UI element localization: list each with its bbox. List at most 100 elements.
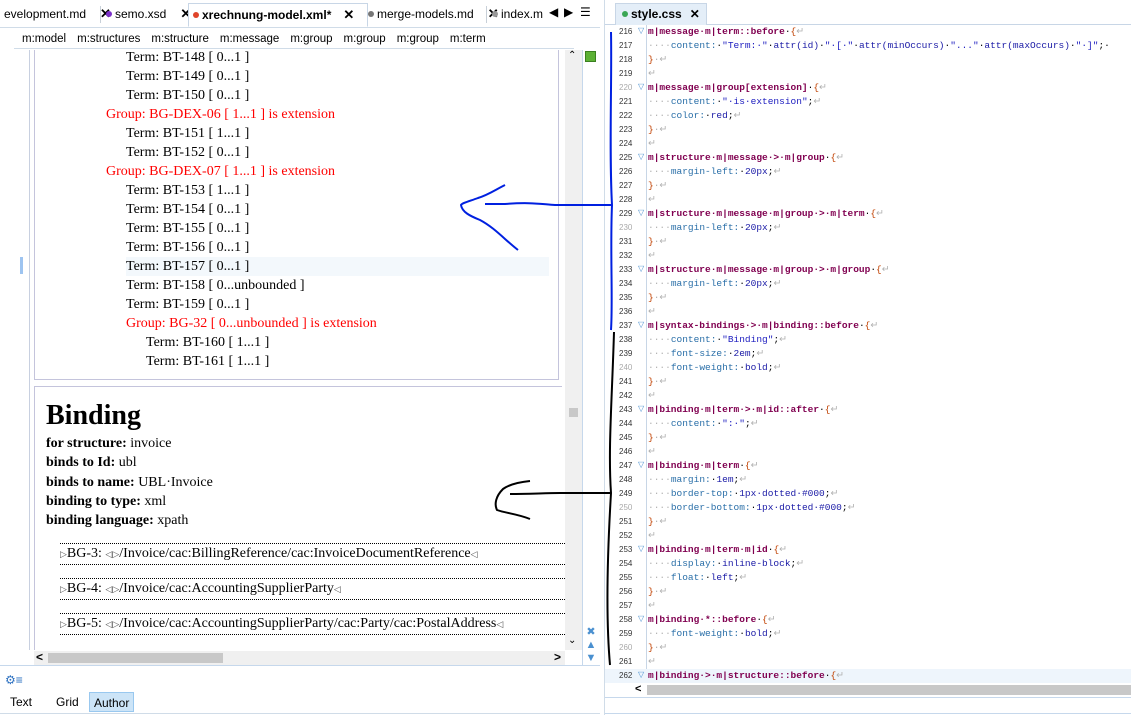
code-text[interactable]: ↵ xyxy=(648,655,656,669)
code-line[interactable]: 235}·↵ xyxy=(605,291,1131,305)
code-text[interactable]: ↵ xyxy=(648,137,656,151)
code-text[interactable]: m|message·m|group[extension]·{↵ xyxy=(648,81,827,95)
fold-toggle-icon[interactable]: ▽ xyxy=(638,543,644,557)
scroll-left-icon[interactable]: < xyxy=(635,683,641,695)
binding-term-row[interactable]: ▷BG-4: ◁▷/Invoice/cac:AccountingSupplier… xyxy=(60,578,565,600)
scroll-down-icon[interactable]: ⌄ xyxy=(568,635,576,646)
code-text[interactable]: m|binding·m|term·m|id·{↵ xyxy=(648,543,787,557)
code-line[interactable]: 242 ↵ xyxy=(605,389,1131,403)
code-line[interactable]: 249 ····border-top:·1px·dotted·#000;↵ xyxy=(605,487,1131,501)
tree-term-row[interactable]: Term: BT-150 [ 0...1 ] xyxy=(126,86,249,105)
fold-toggle-icon[interactable]: ▽ xyxy=(638,151,644,165)
code-line[interactable]: 233 ▽ m|structure·m|message·m|group·>·m|gr… xyxy=(605,263,1131,277)
tree-term-row[interactable]: Term: BT-151 [ 1...1 ] xyxy=(126,124,249,143)
code-line[interactable]: 254 ····display:·inline-block;↵ xyxy=(605,557,1131,571)
code-line[interactable]: 222 ····color:·red;↵ xyxy=(605,109,1131,123)
property-value[interactable]: invoice xyxy=(130,436,171,451)
code-line[interactable]: 253 ▽ m|binding·m|term·m|id·{↵ xyxy=(605,543,1131,557)
code-line[interactable]: 234 ····margin-left:·20px;↵ xyxy=(605,277,1131,291)
code-line[interactable]: 262 ▽ m|binding·>·m|structure::before·{↵ xyxy=(605,669,1131,683)
code-text[interactable]: ····margin-left:·20px;↵ xyxy=(648,277,781,291)
validation-status-icon[interactable] xyxy=(585,51,596,62)
code-text[interactable]: }·↵ xyxy=(648,179,667,193)
close-icon[interactable]: ✕ xyxy=(690,7,700,21)
tree-term-row[interactable]: Term: BT-161 [ 1...1 ] xyxy=(146,352,269,371)
code-line[interactable]: 216 ▽ m|message·m|term::before·{↵ xyxy=(605,25,1131,39)
fold-toggle-icon[interactable]: ▽ xyxy=(638,263,644,277)
fold-toggle-icon[interactable]: ▽ xyxy=(638,319,644,333)
mode-tab-text[interactable]: Text xyxy=(6,692,36,712)
code-line[interactable]: 256}·↵ xyxy=(605,585,1131,599)
breadcrumb-item[interactable]: m:structures xyxy=(77,33,140,45)
code-text[interactable]: ····content:·"·is·extension";↵ xyxy=(648,95,821,109)
code-text[interactable]: ····font-size:·2em;↵ xyxy=(648,347,764,361)
code-line[interactable]: 236 ↵ xyxy=(605,305,1131,319)
code-text[interactable]: m|binding·>·m|structure::before·{↵ xyxy=(648,669,844,683)
vertical-scrollbar[interactable]: ⌃ ⌄ xyxy=(565,50,582,650)
horizontal-scrollbar[interactable]: < > xyxy=(34,650,565,665)
code-line[interactable]: 237 ▽ m|syntax-bindings·>·m|binding::befor… xyxy=(605,319,1131,333)
fold-toggle-icon[interactable]: ▽ xyxy=(638,403,644,417)
tree-term-row[interactable]: Term: BT-155 [ 0...1 ] xyxy=(126,219,249,238)
code-text[interactable]: ↵ xyxy=(648,445,656,459)
code-line[interactable]: 224 ↵ xyxy=(605,137,1131,151)
fold-toggle-icon[interactable]: ▽ xyxy=(638,207,644,221)
breadcrumb-item[interactable]: m:group xyxy=(397,33,439,45)
code-text[interactable]: ↵ xyxy=(648,249,656,263)
code-text[interactable]: m|binding·*::before·{↵ xyxy=(648,613,776,627)
code-text[interactable]: m|binding·m|term·>·m|id::after·{↵ xyxy=(648,403,838,417)
code-text[interactable]: ····color:·red;↵ xyxy=(648,109,742,123)
code-line[interactable]: 225 ▽ m|structure·m|message·>·m|group·{↵ xyxy=(605,151,1131,165)
breadcrumb-item[interactable]: m:group xyxy=(344,33,386,45)
code-line[interactable]: 248 ····margin:·1em;↵ xyxy=(605,473,1131,487)
breadcrumb-item[interactable]: m:term xyxy=(450,33,486,45)
term-xpath[interactable]: /Invoice/cac:AccountingSupplierParty/cac… xyxy=(119,616,496,631)
breadcrumb-item[interactable]: m:model xyxy=(22,33,66,45)
code-line[interactable]: 259 ····font-weight:·bold;↵ xyxy=(605,627,1131,641)
scrollbar-thumb[interactable] xyxy=(48,653,223,663)
binding-term-row[interactable]: ▷BG-3: ◁▷/Invoice/cac:BillingReference/c… xyxy=(60,543,565,565)
code-line[interactable]: 238 ····content:·"Binding";↵ xyxy=(605,333,1131,347)
tab-scroll-right-icon[interactable]: ▶ xyxy=(564,5,573,19)
code-text[interactable]: ····content:·"Term:·"·attr(id)·"·[·"·att… xyxy=(648,39,1110,53)
code-text[interactable]: }·↵ xyxy=(648,431,667,445)
code-line[interactable]: 255 ····float:·left;↵ xyxy=(605,571,1131,585)
code-line[interactable]: 228 ↵ xyxy=(605,193,1131,207)
code-text[interactable]: m|structure·m|message·m|group·>·m|term·{… xyxy=(648,207,884,221)
tab-merge-models-md[interactable]: merge-models.md✕ xyxy=(364,3,503,27)
scroll-up-icon[interactable]: ⌃ xyxy=(568,50,576,61)
code-text[interactable]: }·↵ xyxy=(648,53,667,67)
tree-term-row[interactable]: Term: BT-159 [ 0...1 ] xyxy=(126,295,249,314)
code-text[interactable]: }·↵ xyxy=(648,515,667,529)
property-value[interactable]: xml xyxy=(144,494,166,509)
code-line[interactable]: 239 ····font-size:·2em;↵ xyxy=(605,347,1131,361)
tree-term-row[interactable]: Term: BT-153 [ 1...1 ] xyxy=(126,181,249,200)
code-text[interactable]: }·↵ xyxy=(648,585,667,599)
code-text[interactable]: ↵ xyxy=(648,67,656,81)
code-text[interactable]: m|structure·m|message·>·m|group·{↵ xyxy=(648,151,844,165)
code-line[interactable]: 252 ↵ xyxy=(605,529,1131,543)
code-line[interactable]: 219 ↵ xyxy=(605,67,1131,81)
tree-group-row[interactable]: Group: BG-DEX-06 [ 1...1 ] is extension xyxy=(106,105,335,124)
fold-toggle-icon[interactable]: ▽ xyxy=(638,81,644,95)
scrollbar-thumb[interactable] xyxy=(569,408,578,417)
tab-list-menu-icon[interactable]: ☰ xyxy=(580,5,591,19)
code-text[interactable]: ····border-top:·1px·dotted·#000;↵ xyxy=(648,487,838,501)
tab-scroll-left-icon[interactable]: ◀ xyxy=(549,5,558,19)
fold-toggle-icon[interactable]: ▽ xyxy=(638,613,644,627)
code-text[interactable]: ↵ xyxy=(648,389,656,403)
code-line[interactable]: 250 ····border-bottom:·1px·dotted·#000;↵ xyxy=(605,501,1131,515)
code-line[interactable]: 217 ····content:·"Term:·"·attr(id)·"·[·"·… xyxy=(605,39,1131,53)
code-line[interactable]: 245}·↵ xyxy=(605,431,1131,445)
code-text[interactable]: ····margin-left:·20px;↵ xyxy=(648,165,781,179)
code-text[interactable]: m|message·m|term::before·{↵ xyxy=(648,25,804,39)
tree-term-row[interactable]: Term: BT-156 [ 0...1 ] xyxy=(126,238,249,257)
close-icon[interactable]: ✕ xyxy=(343,7,354,22)
scroll-right-icon[interactable]: > xyxy=(554,650,561,664)
fold-toggle-icon[interactable]: ▽ xyxy=(638,25,644,39)
code-text[interactable]: m|syntax-bindings·>·m|binding::before·{↵ xyxy=(648,319,878,333)
tag-marker-icon[interactable]: ▷ xyxy=(60,584,67,594)
tab-semo-xsd[interactable]: semo.xsd ✕ xyxy=(102,3,195,27)
code-line[interactable]: 229 ▽ m|structure·m|message·m|group·>·m|te… xyxy=(605,207,1131,221)
code-text[interactable]: ····margin-left:·20px;↵ xyxy=(648,221,781,235)
